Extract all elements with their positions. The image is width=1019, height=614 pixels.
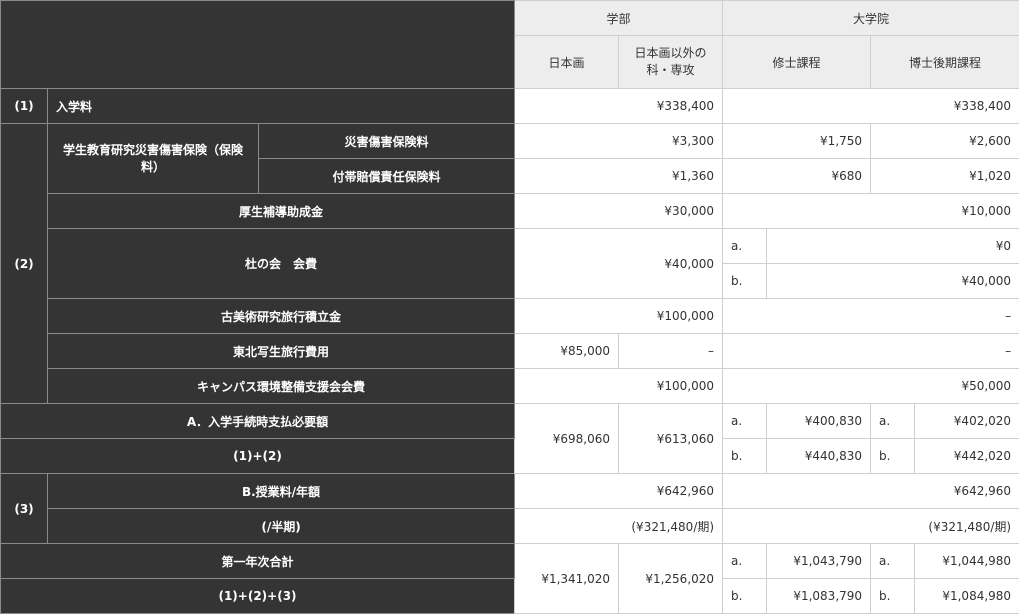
header-grad: 大学院 [723,1,1019,36]
fee-table: 学部 大学院 日本画 日本画以外の科・専攻 修士課程 博士後期課程 (1) 入学… [0,0,1019,614]
row-number: (2) [1,124,48,404]
doctoral-value: ¥1,044,980 [915,544,1019,579]
doctoral-value: ¥442,020 [915,439,1019,474]
nihonga-value: ¥698,060 [515,404,619,474]
row-label: 東北写生旅行費用 [48,334,515,369]
option-mark: a. [723,544,767,579]
row-label: 入学料 [48,89,515,124]
header-undergrad: 学部 [515,1,723,36]
table-row: (3) B.授業料/年額 ¥642,960 ¥642,960 [1,474,1019,509]
table-row: 杜の会 会費 ¥40,000 a. ¥0 [1,229,1019,264]
undergrad-value: ¥100,000 [515,299,723,334]
undergrad-value: (¥321,480/期) [515,509,723,544]
table-row: (1) 入学料 ¥338,400 ¥338,400 [1,89,1019,124]
header-row-1: 学部 大学院 [1,1,1019,36]
total-a-label: A．入学手続時支払必要額 [1,404,515,439]
undergrad-value: ¥1,360 [515,159,723,194]
other-major-value: ¥1,256,020 [619,544,723,614]
insurance-label: 学生教育研究災害傷害保険（保険料） [48,124,259,194]
header-doctoral: 博士後期課程 [871,36,1019,89]
row-label: 付帯賠償責任保険料 [259,159,515,194]
option-mark: a. [723,404,767,439]
masters-value: ¥1,043,790 [767,544,871,579]
other-major-value: – [619,334,723,369]
header-masters: 修士課程 [723,36,871,89]
option-mark: b. [871,579,915,614]
row-label: 古美術研究旅行積立金 [48,299,515,334]
row-number: (3) [1,474,48,544]
option-mark: b. [871,439,915,474]
grad-value: ¥338,400 [723,89,1019,124]
undergrad-value: ¥100,000 [515,369,723,404]
row-label: 杜の会 会費 [48,229,515,299]
undergrad-value: ¥338,400 [515,89,723,124]
masters-value: ¥400,830 [767,404,871,439]
doctoral-value: ¥2,600 [871,124,1019,159]
other-major-value: ¥613,060 [619,404,723,474]
row-label: 災害傷害保険料 [259,124,515,159]
table-row: A．入学手続時支払必要額 ¥698,060 ¥613,060 a. ¥400,8… [1,404,1019,439]
row-label: 厚生補導助成金 [48,194,515,229]
table-row: (2) 学生教育研究災害傷害保険（保険料） 災害傷害保険料 ¥3,300 ¥1,… [1,124,1019,159]
undergrad-value: ¥40,000 [515,229,723,299]
option-mark: a. [871,544,915,579]
doctoral-value: ¥1,084,980 [915,579,1019,614]
option-mark: b. [723,439,767,474]
masters-value: ¥1,750 [723,124,871,159]
option-mark: b. [723,264,767,299]
grad-value: ¥40,000 [767,264,1019,299]
masters-value: ¥1,083,790 [767,579,871,614]
header-nihonga: 日本画 [515,36,619,89]
table-row: (1)+(2)+(3) b. ¥1,083,790 b. ¥1,084,980 [1,579,1019,614]
grad-value: ¥10,000 [723,194,1019,229]
masters-value: ¥440,830 [767,439,871,474]
option-mark: b. [723,579,767,614]
doctoral-value: ¥402,020 [915,404,1019,439]
first-year-label: 第一年次合計 [1,544,515,579]
table-row: 東北写生旅行費用 ¥85,000 – – [1,334,1019,369]
header-corner [1,1,515,89]
undergrad-value: ¥3,300 [515,124,723,159]
table-row: 厚生補導助成金 ¥30,000 ¥10,000 [1,194,1019,229]
table-row: 古美術研究旅行積立金 ¥100,000 – [1,299,1019,334]
masters-value: ¥680 [723,159,871,194]
table-row: キャンパス環境整備支援会会費 ¥100,000 ¥50,000 [1,369,1019,404]
table-row: (/半期) (¥321,480/期) (¥321,480/期) [1,509,1019,544]
undergrad-value: ¥30,000 [515,194,723,229]
table-row: (1)+(2) b. ¥440,830 b. ¥442,020 [1,439,1019,474]
undergrad-value: ¥642,960 [515,474,723,509]
option-mark: a. [871,404,915,439]
row-number: (1) [1,89,48,124]
grad-value: (¥321,480/期) [723,509,1019,544]
grad-value: ¥50,000 [723,369,1019,404]
nihonga-value: ¥1,341,020 [515,544,619,614]
grad-value: – [723,299,1019,334]
row-label: (/半期) [48,509,515,544]
table-row: 第一年次合計 ¥1,341,020 ¥1,256,020 a. ¥1,043,7… [1,544,1019,579]
row-label: キャンパス環境整備支援会会費 [48,369,515,404]
header-other-major: 日本画以外の科・専攻 [619,36,723,89]
grad-value: ¥642,960 [723,474,1019,509]
option-mark: a. [723,229,767,264]
grad-value: ¥0 [767,229,1019,264]
doctoral-value: ¥1,020 [871,159,1019,194]
grad-value: – [723,334,1019,369]
first-year-formula: (1)+(2)+(3) [1,579,515,614]
total-a-formula: (1)+(2) [1,439,515,474]
nihonga-value: ¥85,000 [515,334,619,369]
row-label: B.授業料/年額 [48,474,515,509]
